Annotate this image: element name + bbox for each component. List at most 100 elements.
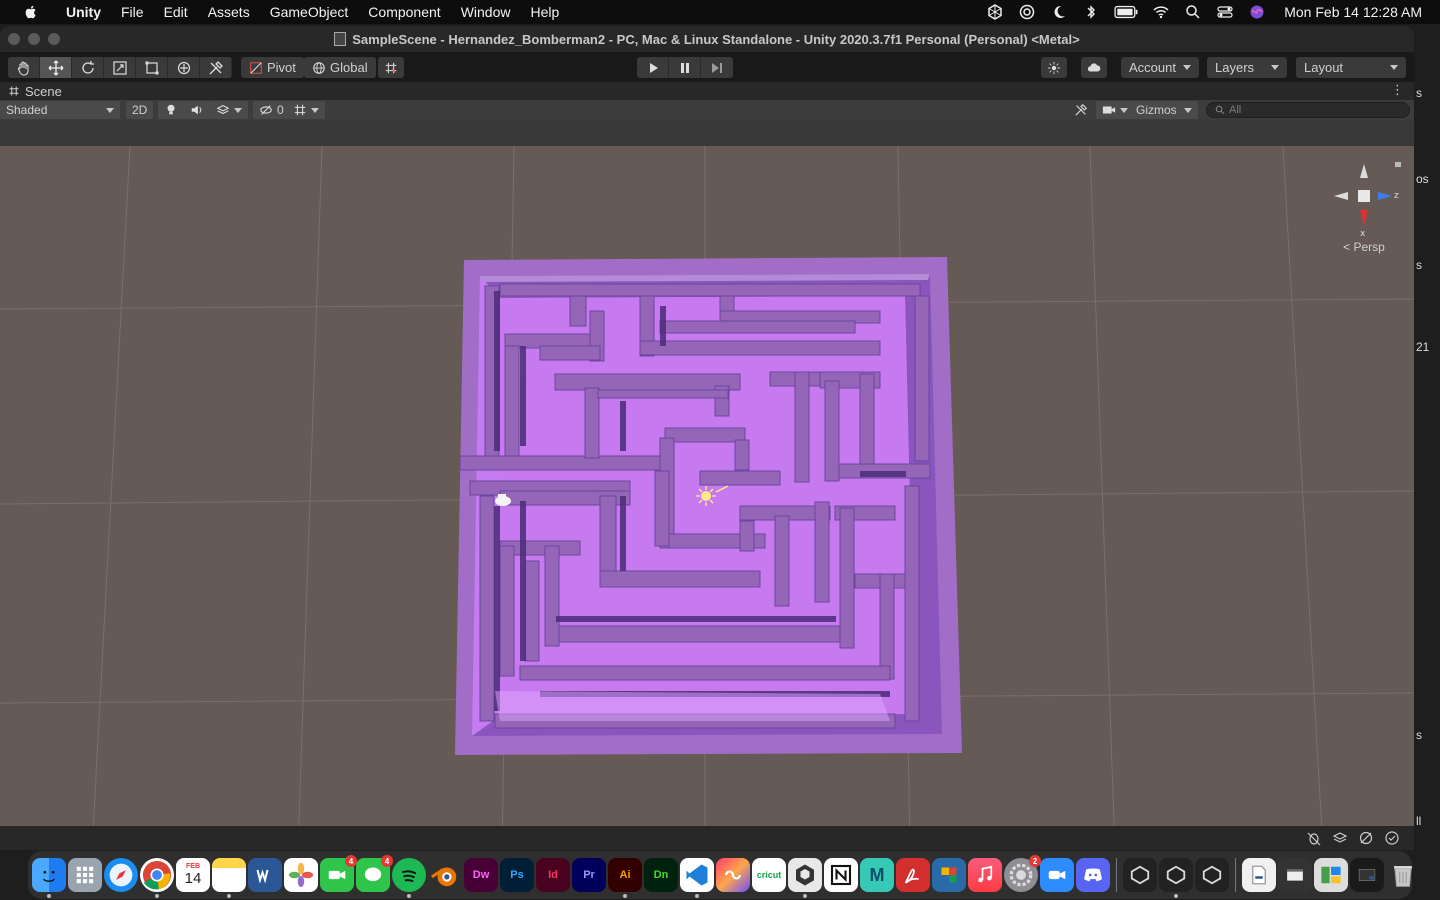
dock-system-preferences-icon[interactable]: 2 <box>1004 855 1041 892</box>
collab-button[interactable] <box>1041 57 1067 78</box>
dock-unity-editor-1-icon[interactable] <box>1123 858 1157 892</box>
scale-tool-button[interactable] <box>104 57 136 78</box>
dock-notion-icon[interactable] <box>824 858 858 892</box>
menu-clock[interactable]: Mon Feb 14 12:28 AM <box>1284 4 1422 20</box>
dock-premiere-icon[interactable]: Pr <box>572 858 606 892</box>
menu-app-unity[interactable]: Unity <box>56 4 111 20</box>
menu-file[interactable]: File <box>111 4 154 20</box>
dock-window-thumb-3-icon[interactable] <box>1350 858 1384 892</box>
dock-acrobat-icon[interactable] <box>896 858 930 892</box>
layers-status-icon[interactable] <box>1332 830 1348 846</box>
dock-notes-icon[interactable] <box>212 858 246 898</box>
dock-dreamweaver-icon[interactable]: Dw <box>464 858 498 892</box>
lock-icon[interactable] <box>1395 162 1401 167</box>
menu-window[interactable]: Window <box>451 4 521 20</box>
battery-icon[interactable] <box>1114 4 1138 20</box>
dock-dimension-icon[interactable]: Dn <box>644 858 678 892</box>
moon-icon[interactable] <box>1050 4 1068 20</box>
dock-photoshop-icon[interactable]: Ps <box>500 858 534 892</box>
creative-cloud-icon[interactable] <box>1018 4 1036 20</box>
dock-messages-icon[interactable]: 4 <box>356 855 393 892</box>
network-status-icon[interactable] <box>1358 830 1374 846</box>
unity-status-icon[interactable] <box>986 4 1004 20</box>
menu-component[interactable]: Component <box>358 4 450 20</box>
pause-button[interactable] <box>669 57 701 78</box>
scene-viewport[interactable]: x z < Persp <box>0 146 1414 850</box>
rect-tool-button[interactable] <box>136 57 168 78</box>
dock-game-app-icon[interactable] <box>932 858 966 892</box>
grid-snap-button[interactable] <box>378 57 404 78</box>
scene-search-input[interactable]: All <box>1206 102 1410 118</box>
layers-dropdown[interactable]: Layers <box>1207 57 1287 78</box>
dock-blender-icon[interactable] <box>428 858 462 892</box>
step-button[interactable] <box>701 57 733 78</box>
dock-unity-editor-2-icon[interactable] <box>1159 858 1193 898</box>
pivot-toggle-button[interactable]: Pivot <box>241 57 304 78</box>
axis-gizmo-icon[interactable]: x z <box>1324 156 1404 246</box>
dock-unity-hub-icon[interactable] <box>788 858 822 898</box>
menu-edit[interactable]: Edit <box>154 4 198 20</box>
move-tool-button[interactable] <box>40 57 72 78</box>
account-dropdown[interactable]: Account <box>1121 57 1199 78</box>
dock-creative-cloud-icon[interactable] <box>716 858 750 892</box>
menu-assets[interactable]: Assets <box>198 4 260 20</box>
apple-icon[interactable] <box>20 4 42 20</box>
custom-tool-button[interactable] <box>200 57 232 78</box>
control-center-icon[interactable] <box>1216 4 1234 20</box>
menu-gameobject[interactable]: GameObject <box>260 4 359 20</box>
dock-discord-icon[interactable] <box>1076 858 1110 892</box>
dock-window-thumb-2-icon[interactable] <box>1314 858 1348 892</box>
scene-tools-button[interactable] <box>1074 101 1088 119</box>
camera-dropdown[interactable] <box>1096 101 1134 119</box>
menu-help[interactable]: Help <box>520 4 569 20</box>
siri-icon[interactable] <box>1248 4 1266 20</box>
hand-tool-button[interactable] <box>8 57 40 78</box>
maze-model[interactable] <box>455 257 962 755</box>
spotlight-search-icon[interactable] <box>1184 4 1202 20</box>
dock-music-icon[interactable] <box>968 858 1002 892</box>
projection-label[interactable]: < Persp <box>1324 240 1404 254</box>
dock-chrome-icon[interactable] <box>140 858 174 898</box>
gizmos-dropdown[interactable]: Gizmos <box>1130 101 1198 119</box>
dock-indesign-icon[interactable]: Id <box>536 858 570 892</box>
transform-tool-button[interactable] <box>168 57 200 78</box>
play-button[interactable] <box>637 57 669 78</box>
tab-scene[interactable]: Scene <box>0 84 62 99</box>
shading-mode-dropdown[interactable]: Shaded <box>0 101 120 119</box>
calendar-month: FEB <box>186 863 200 870</box>
global-toggle-button[interactable]: Global <box>304 57 376 78</box>
dock-finder-icon[interactable] <box>32 858 66 898</box>
cloud-button[interactable] <box>1081 57 1107 78</box>
scene-visibility-toggle[interactable]: 0 <box>253 101 290 119</box>
layout-dropdown[interactable]: Layout <box>1296 57 1406 78</box>
dock-cricut-icon[interactable]: cricut <box>752 858 786 892</box>
dock-document-icon[interactable] <box>1242 858 1276 892</box>
audio-toggle-button[interactable] <box>184 101 210 119</box>
dock-photos-icon[interactable] <box>284 858 318 892</box>
dock-zoom-icon[interactable] <box>1040 858 1074 892</box>
orientation-gizmo[interactable]: x z < Persp <box>1324 156 1404 256</box>
dock-calendar-icon[interactable]: FEB 14 <box>176 858 210 892</box>
progress-status-icon[interactable] <box>1384 830 1400 846</box>
2d-toggle-button[interactable]: 2D <box>126 101 154 119</box>
dock-word-icon[interactable] <box>248 858 282 892</box>
dock-spotify-icon[interactable] <box>392 858 426 898</box>
dock-launchpad-icon[interactable] <box>68 858 102 892</box>
lighting-toggle-button[interactable] <box>158 101 184 119</box>
bluetooth-icon[interactable] <box>1082 4 1100 20</box>
bug-icon[interactable] <box>1306 830 1322 846</box>
dock-unity-editor-3-icon[interactable] <box>1195 858 1229 892</box>
dock-facetime-icon[interactable]: 4 <box>320 855 357 892</box>
dock-vscode-icon[interactable] <box>680 858 714 898</box>
dock-window-thumb-1-icon[interactable] <box>1278 858 1312 892</box>
effects-dropdown[interactable] <box>210 101 248 119</box>
layers-stack-icon <box>216 105 230 115</box>
dock-trash-icon[interactable] <box>1386 858 1420 892</box>
more-options-icon[interactable]: ⋮ <box>1391 82 1404 98</box>
dock-maya-icon[interactable]: M <box>860 858 894 892</box>
wifi-icon[interactable] <box>1152 4 1170 20</box>
rotate-tool-button[interactable] <box>72 57 104 78</box>
dock-illustrator-icon[interactable]: Ai <box>608 858 642 898</box>
dock-safari-icon[interactable] <box>104 858 138 892</box>
grid-visibility-dropdown[interactable] <box>287 101 325 119</box>
